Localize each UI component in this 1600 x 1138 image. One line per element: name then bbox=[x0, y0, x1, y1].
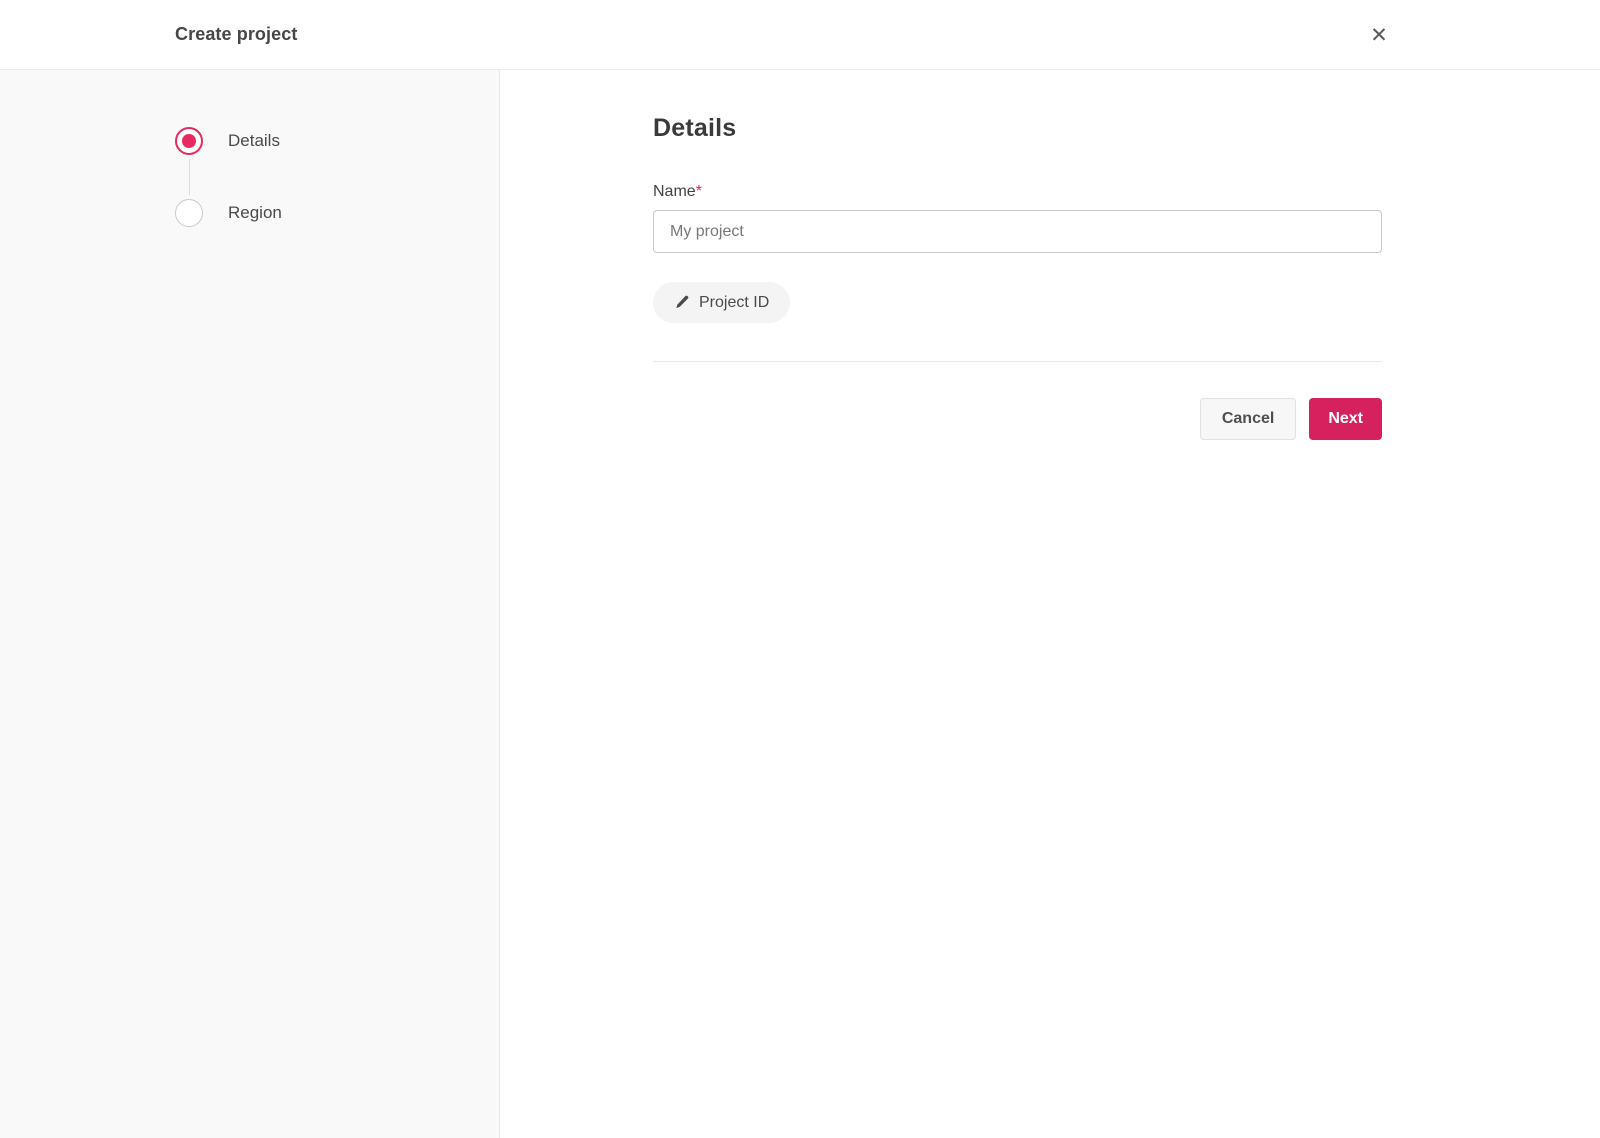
step-inactive-radio-icon bbox=[175, 199, 203, 227]
modal-header: Create project ✕ bbox=[0, 0, 1600, 70]
project-id-button-label: Project ID bbox=[699, 293, 770, 311]
step-active-dot bbox=[182, 134, 196, 148]
section-heading: Details bbox=[653, 114, 737, 142]
project-id-button[interactable]: Project ID bbox=[653, 282, 791, 323]
footer-divider bbox=[653, 361, 1382, 362]
step-active-radio-icon bbox=[175, 127, 203, 155]
close-icon[interactable]: ✕ bbox=[1364, 21, 1394, 51]
stepper-sidebar: Details Region bbox=[0, 70, 500, 1138]
footer-actions: Cancel Next bbox=[653, 398, 1382, 440]
step-label: Details bbox=[228, 131, 280, 150]
step-label: Region bbox=[228, 203, 282, 222]
stepper-step-details[interactable]: Details bbox=[175, 127, 499, 155]
name-field-label: Name* bbox=[653, 183, 702, 200]
stepper-connector-line bbox=[189, 159, 190, 195]
modal-title: Create project bbox=[175, 24, 298, 44]
pencil-icon bbox=[674, 295, 689, 310]
next-button[interactable]: Next bbox=[1309, 398, 1382, 440]
cancel-button[interactable]: Cancel bbox=[1199, 398, 1297, 440]
main-panel: Details Name* Project ID Cancel Next bbox=[500, 70, 1600, 1138]
modal-body: Details Region Details Name* Project ID bbox=[0, 70, 1600, 1138]
required-asterisk: * bbox=[695, 183, 702, 200]
project-name-input[interactable] bbox=[653, 210, 1382, 253]
stepper-step-region[interactable]: Region bbox=[175, 199, 499, 227]
name-field-group: Name* bbox=[653, 183, 1382, 253]
